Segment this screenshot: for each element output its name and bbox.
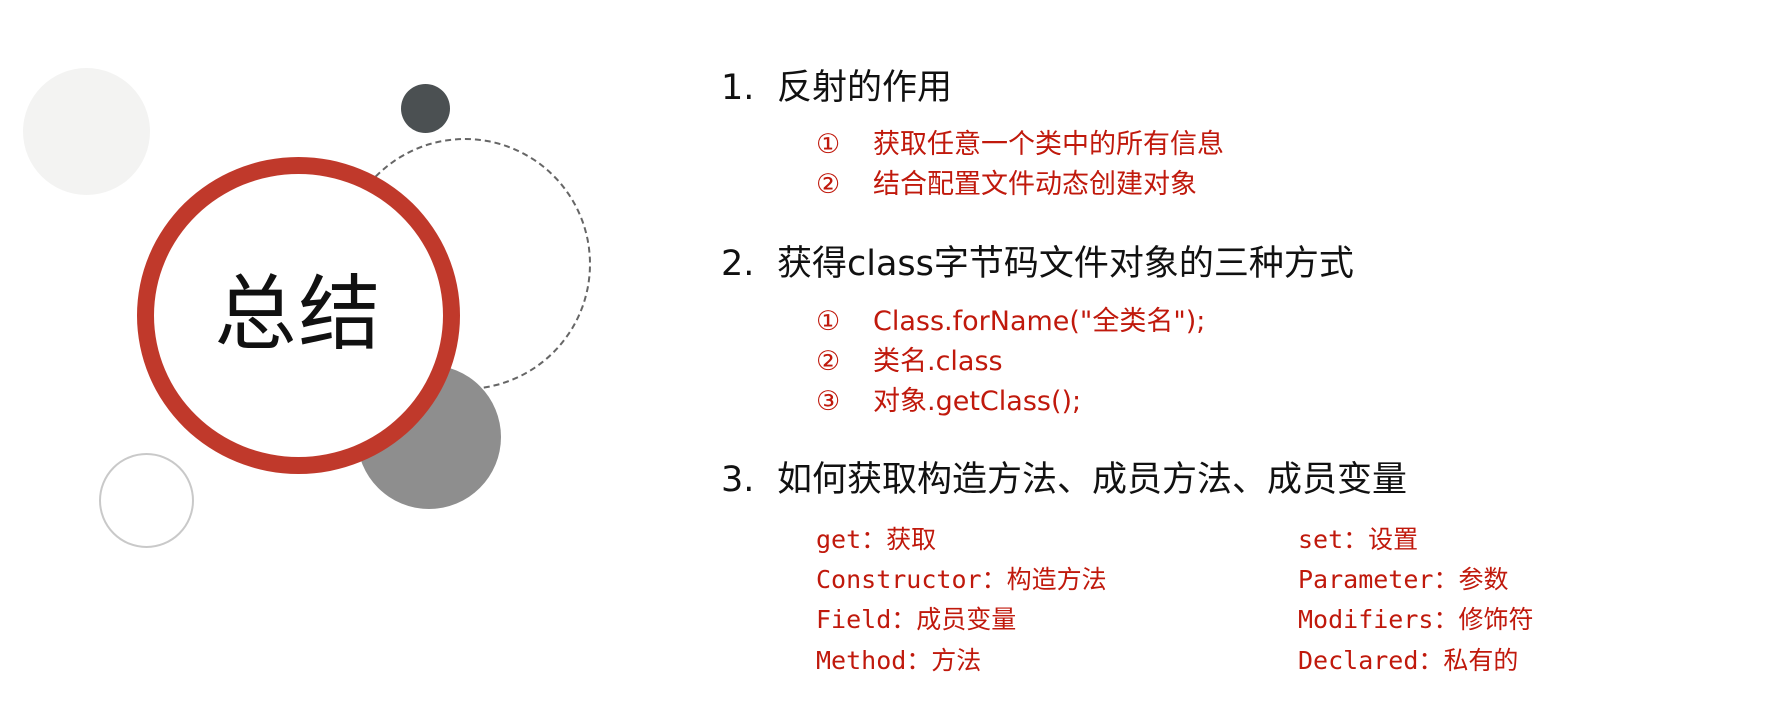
decorative-circle-dark xyxy=(401,84,450,133)
item-text: Class.forName("全类名"); xyxy=(873,306,1206,337)
list-item: ③ 对象.getClass(); xyxy=(816,388,1081,415)
section-heading-2: 2. 获得class字节码文件对象的三种方式 xyxy=(721,247,1354,282)
term-left-4: Method：方法 xyxy=(816,646,982,675)
item-marker: ② xyxy=(816,169,841,200)
section-title: 反射的作用 xyxy=(777,68,953,108)
term-right-4: Declared：私有的 xyxy=(1298,646,1519,675)
term-right-1: set：设置 xyxy=(1298,525,1419,554)
item-text: 获取任意一个类中的所有信息 xyxy=(873,129,1224,160)
slide-title: 总结 xyxy=(214,266,383,362)
item-marker: ① xyxy=(816,129,841,160)
item-text: 结合配置文件动态创建对象 xyxy=(873,169,1197,200)
item-marker: ① xyxy=(816,306,841,337)
term-left-2: Constructor：构造方法 xyxy=(816,565,1107,594)
section-number: 1. xyxy=(721,68,755,108)
list-item: ① Class.forName("全类名"); xyxy=(816,308,1205,335)
section-number: 3. xyxy=(721,460,755,500)
section-heading-3: 3. 如何获取构造方法、成员方法、成员变量 xyxy=(721,463,1407,498)
section-heading-1: 1. 反射的作用 xyxy=(721,71,952,106)
term-right-3: Modifiers：修饰符 xyxy=(1298,605,1534,634)
section-number: 2. xyxy=(721,244,755,284)
list-item: ② 结合配置文件动态创建对象 xyxy=(816,171,1197,198)
section-title: 如何获取构造方法、成员方法、成员变量 xyxy=(777,460,1408,500)
item-text: 对象.getClass(); xyxy=(873,386,1082,417)
term-left-1: get：获取 xyxy=(816,525,937,554)
term-left-3: Field：成员变量 xyxy=(816,605,1017,634)
decorative-circle-light xyxy=(23,68,150,195)
decorative-circle-outline xyxy=(99,453,194,548)
item-marker: ③ xyxy=(816,386,841,417)
section-title: 获得class字节码文件对象的三种方式 xyxy=(777,244,1354,284)
item-text: 类名.class xyxy=(873,346,1003,377)
term-right-2: Parameter：参数 xyxy=(1298,565,1509,594)
list-item: ② 类名.class xyxy=(816,348,1003,375)
item-marker: ② xyxy=(816,346,841,377)
title-ring: 总结 xyxy=(137,157,460,474)
list-item: ① 获取任意一个类中的所有信息 xyxy=(816,131,1224,158)
